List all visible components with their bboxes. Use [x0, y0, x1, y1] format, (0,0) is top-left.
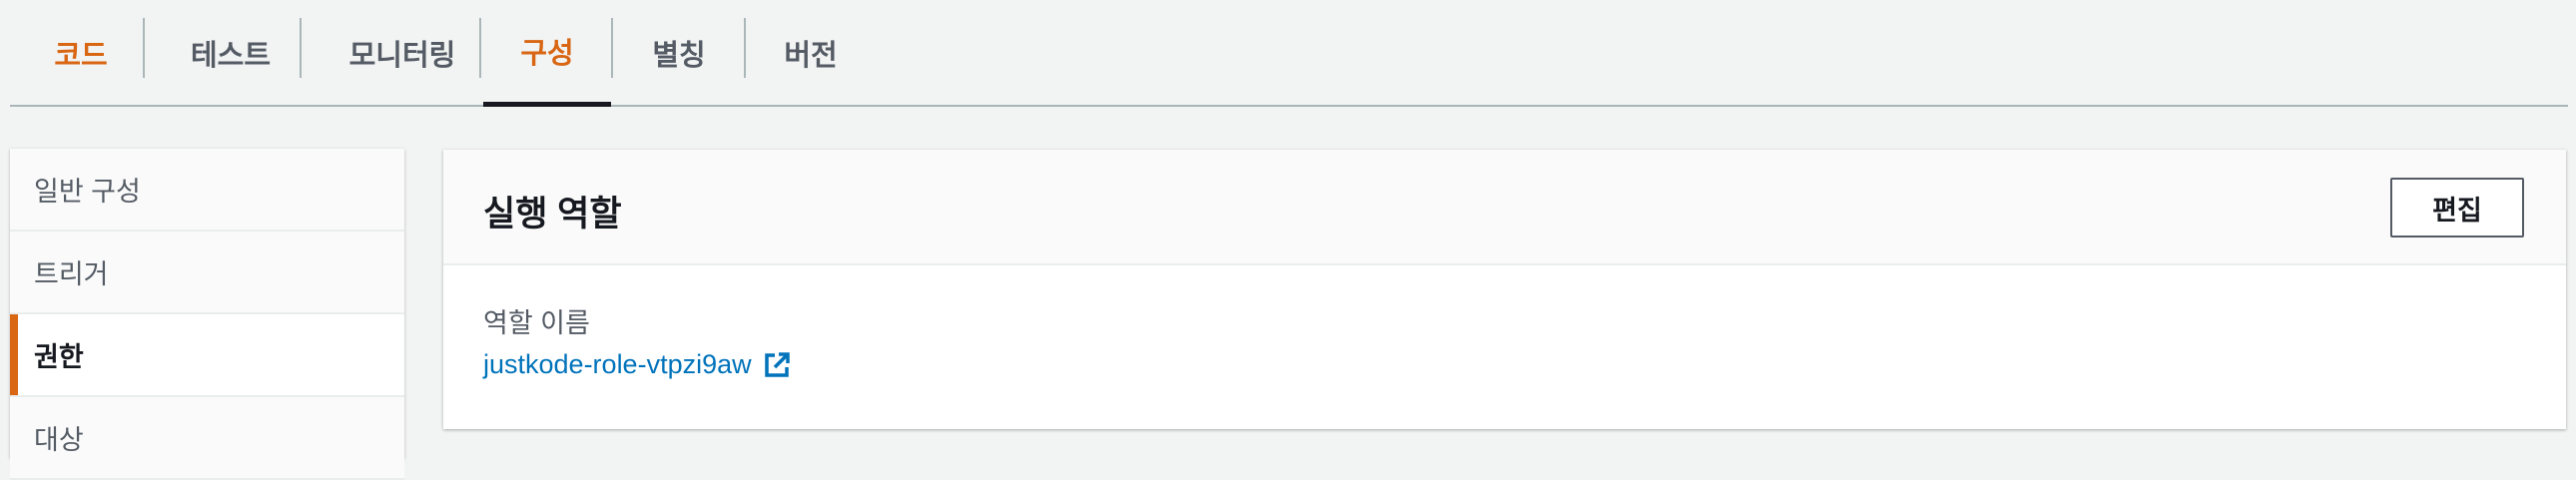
- execution-role-panel: 실행 역할 편집 역할 이름 justkode-role-vtpzi9aw: [443, 150, 2566, 429]
- role-name-link[interactable]: justkode-role-vtpzi9aw: [483, 349, 792, 380]
- tab-divider: [611, 18, 613, 78]
- side-nav-item-label: 일반 구성: [34, 177, 141, 207]
- side-nav-item-general[interactable]: 일반 구성: [10, 149, 404, 232]
- role-name-text: justkode-role-vtpzi9aw: [483, 349, 752, 379]
- tab-divider: [143, 18, 145, 78]
- side-nav-item-triggers[interactable]: 트리거: [10, 232, 404, 314]
- tab-monitoring[interactable]: 모니터링: [327, 0, 477, 105]
- tab-aliases[interactable]: 별칭: [629, 0, 729, 105]
- panel-header: 실행 역할 편집: [443, 150, 2566, 265]
- side-nav-item-permissions[interactable]: 권한: [10, 314, 404, 397]
- function-tabs: 코드 테스트 모니터링 구성 별칭 버전: [10, 0, 2568, 107]
- tab-divider: [479, 18, 481, 78]
- tab-test[interactable]: 테스트: [170, 0, 292, 105]
- panel-title: 실행 역할: [483, 195, 622, 234]
- side-nav-item-label: 권한: [34, 342, 84, 372]
- tab-divider: [744, 18, 746, 78]
- external-link-icon: [764, 351, 790, 377]
- role-name-label: 역할 이름: [483, 308, 590, 338]
- edit-button[interactable]: 편집: [2390, 178, 2524, 238]
- side-nav-item-label: 트리거: [34, 259, 109, 289]
- tab-configuration[interactable]: 구성: [483, 0, 611, 107]
- configuration-side-nav: 일반 구성 트리거 권한 대상: [10, 149, 404, 480]
- tab-versions[interactable]: 버전: [761, 0, 861, 105]
- side-nav-item-label: 대상: [34, 425, 84, 455]
- tab-code[interactable]: 코드: [46, 0, 116, 105]
- tab-divider: [300, 18, 302, 78]
- side-nav-item-destinations[interactable]: 대상: [10, 397, 404, 480]
